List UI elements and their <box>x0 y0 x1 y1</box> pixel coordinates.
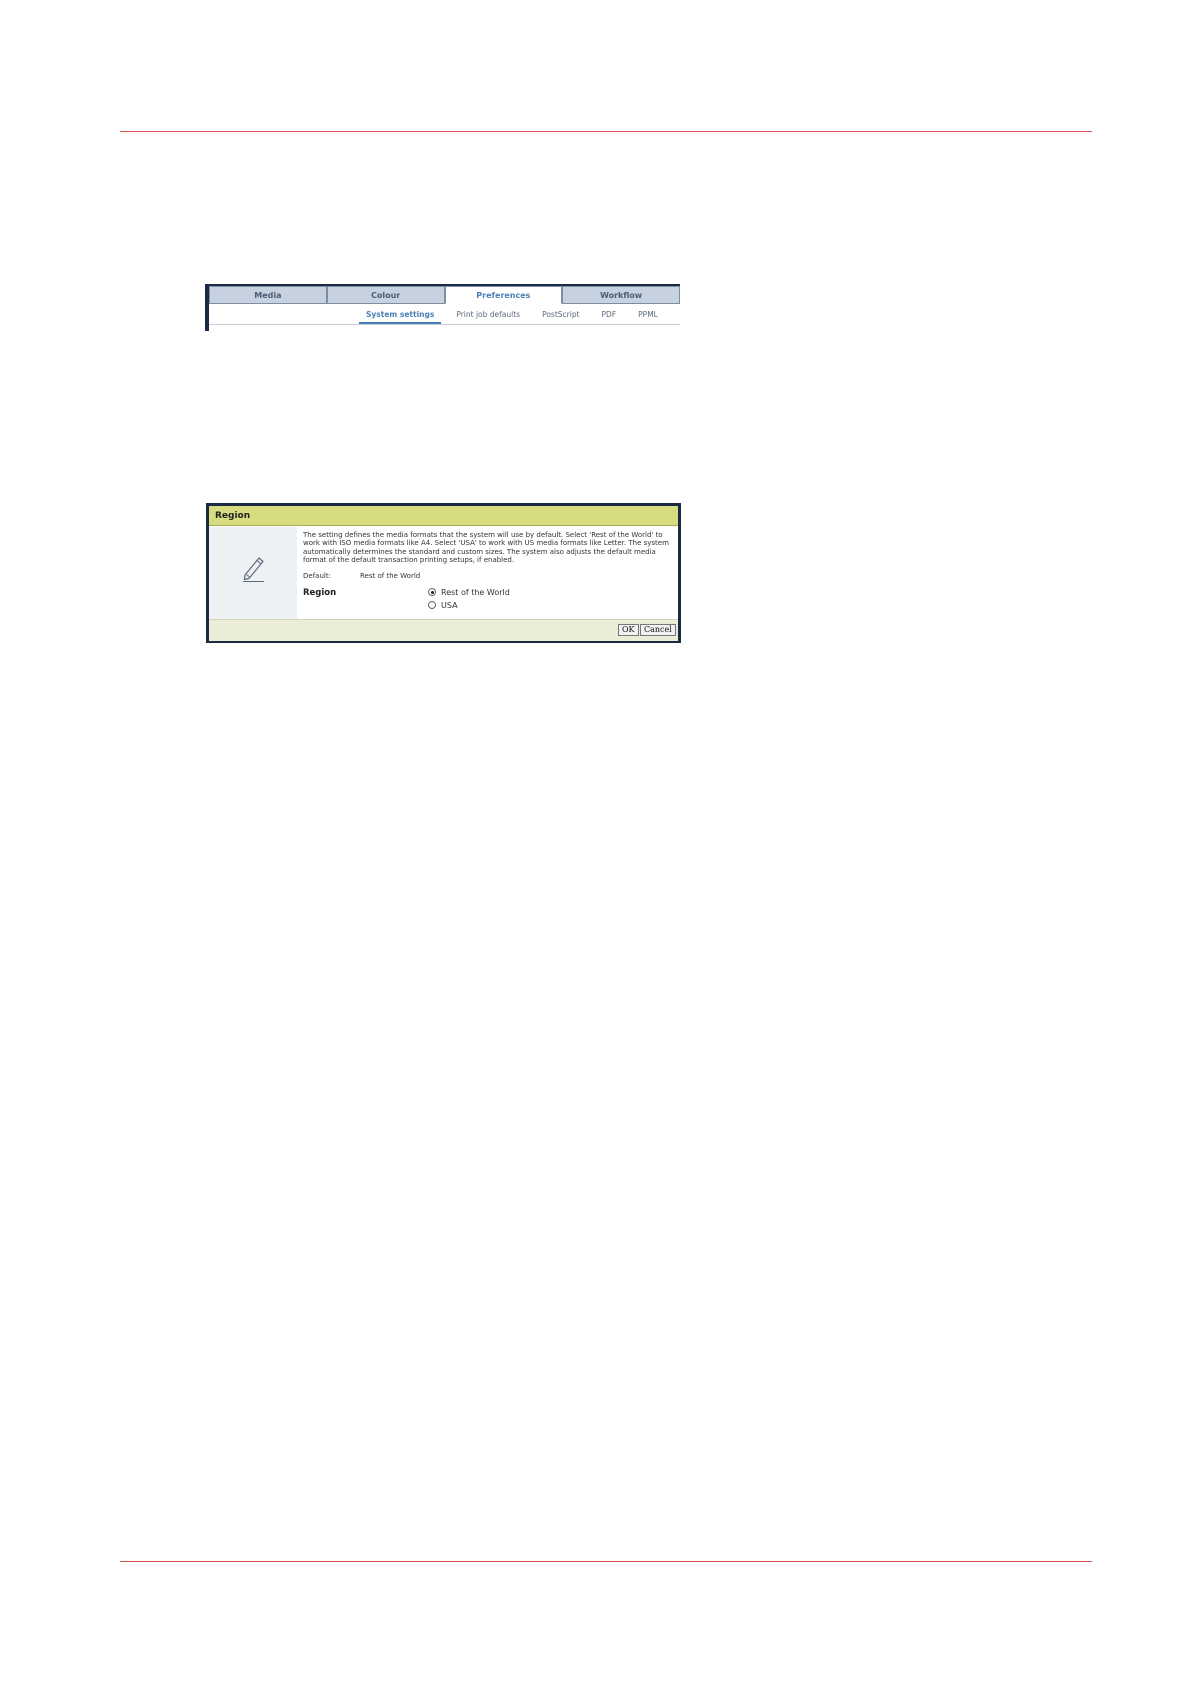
header-rule <box>120 131 1092 132</box>
ok-button[interactable]: OK <box>618 624 639 636</box>
option-usa[interactable]: USA <box>428 601 510 610</box>
settings-tab-navigation: Media Colour Preferences Workflow System… <box>205 284 680 331</box>
dialog-footer: OK Cancel <box>209 619 678 641</box>
tab-workflow[interactable]: Workflow <box>562 286 680 304</box>
region-setting-row: Region Rest of the World USA <box>303 588 673 610</box>
region-dialog: Region The setting defines the media for… <box>206 503 681 643</box>
option-rest-of-world[interactable]: Rest of the World <box>428 588 510 597</box>
main-tabs: Media Colour Preferences Workflow <box>209 286 680 304</box>
cancel-button[interactable]: Cancel <box>640 624 676 636</box>
region-radio-group: Rest of the World USA <box>428 588 510 610</box>
subtab-postscript[interactable]: PostScript <box>535 306 586 324</box>
pencil-icon <box>243 557 264 582</box>
subtab-system-settings[interactable]: System settings <box>359 306 442 324</box>
radio-usa[interactable] <box>428 601 436 610</box>
radio-rest-of-world[interactable] <box>428 588 436 597</box>
option-label: USA <box>441 600 458 610</box>
tab-media[interactable]: Media <box>209 286 327 304</box>
dialog-content: The setting defines the media formats th… <box>303 531 673 610</box>
default-value: Rest of the World <box>360 571 421 580</box>
subtab-print-job-defaults[interactable]: Print job defaults <box>449 306 527 324</box>
setting-description: The setting defines the media formats th… <box>303 531 669 565</box>
dialog-icon-panel <box>209 527 297 619</box>
default-row: Default: Rest of the World <box>303 572 673 580</box>
subtab-pdf[interactable]: PDF <box>595 306 624 324</box>
tab-colour[interactable]: Colour <box>326 286 445 304</box>
setting-name: Region <box>303 587 337 598</box>
dialog-title: Region <box>209 506 678 526</box>
default-label: Default: <box>303 571 331 580</box>
subtab-divider <box>209 324 680 325</box>
option-label: Rest of the World <box>441 587 510 597</box>
sub-tabs: System settings Print job defaults PostS… <box>359 306 673 324</box>
tab-preferences[interactable]: Preferences <box>444 286 563 304</box>
subtab-ppml[interactable]: PPML <box>631 306 665 324</box>
footer-rule <box>120 1561 1092 1562</box>
